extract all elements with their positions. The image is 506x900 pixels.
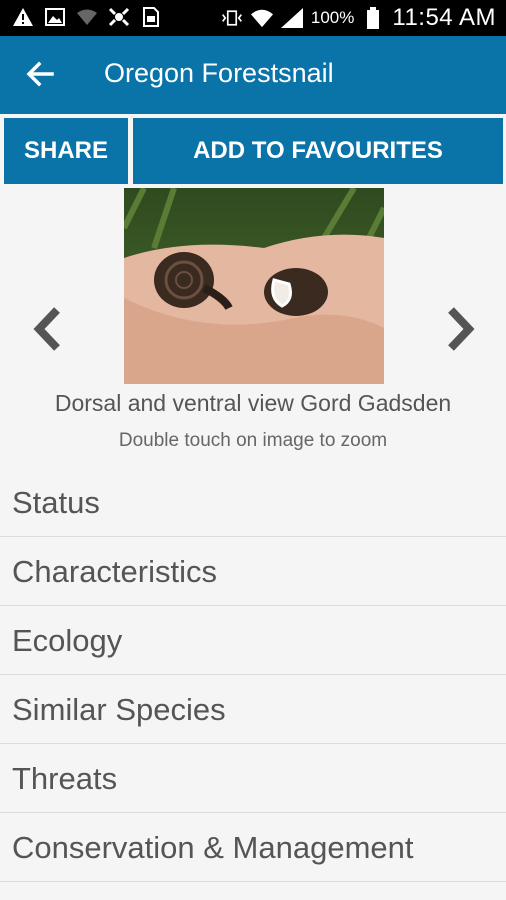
chevron-right-icon [448, 307, 475, 351]
page-title: Oregon Forestsnail [104, 58, 334, 88]
wifi-icon [250, 7, 273, 29]
section-label: Threats [12, 761, 118, 796]
section-label: Similar Species [12, 692, 226, 727]
vibrate-icon [221, 7, 243, 29]
section-label: Conservation & Management [12, 830, 414, 865]
status-bar: 100% 11:54 AM [0, 0, 506, 36]
add-to-favourites-button[interactable]: ADD TO FAVOURITES [133, 118, 503, 184]
section-conservation-management[interactable]: Conservation & Management [0, 813, 506, 882]
section-label: Status [12, 485, 100, 520]
image-caption: Dorsal and ventral view Gord Gadsden [54, 390, 452, 416]
share-button[interactable]: SHARE [4, 118, 128, 184]
zoom-hint: Double touch on image to zoom [118, 430, 388, 451]
signal-icon [280, 7, 303, 29]
arrow-left-icon [26, 61, 54, 87]
clock: 11:54 AM [392, 4, 496, 31]
section-status[interactable]: Status [0, 468, 506, 537]
section-threats[interactable]: Threats [0, 744, 506, 813]
section-label: Ecology [12, 623, 123, 658]
section-ecology[interactable]: Ecology [0, 606, 506, 675]
warning-icon [12, 6, 34, 28]
sim-icon [140, 6, 162, 28]
wifi-off-icon [76, 6, 98, 28]
section-label: Characteristics [12, 554, 217, 589]
battery-icon [362, 7, 384, 29]
sections-list: Status Characteristics Ecology Similar S… [0, 468, 506, 882]
chevron-left-icon [33, 307, 60, 351]
next-image-button[interactable] [430, 292, 492, 366]
app-bar: Oregon Forestsnail [0, 36, 506, 114]
species-photo[interactable] [121, 186, 387, 384]
back-button[interactable] [22, 56, 58, 92]
usb-icon [108, 6, 130, 28]
battery-percent: 100% [310, 8, 355, 27]
image-icon [44, 6, 66, 28]
action-buttons: SHARE ADD TO FAVOURITES [0, 114, 506, 186]
section-similar-species[interactable]: Similar Species [0, 675, 506, 744]
previous-image-button[interactable] [16, 292, 78, 366]
section-characteristics[interactable]: Characteristics [0, 537, 506, 606]
